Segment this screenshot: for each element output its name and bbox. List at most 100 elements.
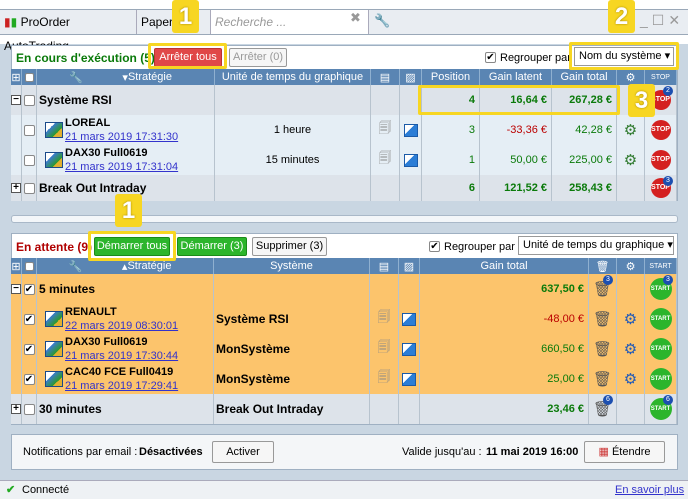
row-checkbox[interactable]: ✔ <box>23 343 35 355</box>
trash-icon[interactable]: 🗑 <box>593 310 612 328</box>
column-total[interactable]: Gain total <box>552 69 617 85</box>
strategy-date-link[interactable]: 21 mars 2019 17:29:41 <box>65 379 178 393</box>
select-all-checkbox[interactable] <box>22 258 37 274</box>
strategy-row[interactable]: ✔ DAX30 Full0619 21 mars 2019 17:30:44 Mo… <box>11 334 677 364</box>
chart-icon[interactable] <box>402 312 416 326</box>
chart-icon[interactable] <box>403 153 418 167</box>
trash-icon[interactable]: 🗑 <box>593 370 612 388</box>
collapse-icon[interactable]: − <box>11 284 21 294</box>
group-row[interactable]: + Break Out Intraday 6 121,52 € 258,43 €… <box>11 175 677 201</box>
strategy-row[interactable]: ✔ RENAULT 22 mars 2019 08:30:01 Système R… <box>11 304 677 334</box>
strategy-date-link[interactable]: 21 mars 2019 17:31:30 <box>65 130 178 144</box>
window-controls[interactable]: _☐✕ <box>640 12 684 29</box>
close-icon[interactable]: ✕ <box>668 12 684 28</box>
copy-icon[interactable]: 🗐 <box>378 308 391 330</box>
expand-icon[interactable]: + <box>11 183 21 193</box>
activate-button[interactable]: Activer <box>212 441 274 463</box>
strategy-date-link[interactable]: 22 mars 2019 08:30:01 <box>65 319 178 333</box>
trash-icon[interactable]: 🗑 <box>593 340 612 358</box>
pending-title: En attente (9) <box>16 240 93 254</box>
search-input[interactable]: Recherche ... <box>211 10 369 34</box>
minimize-icon[interactable]: _ <box>640 12 652 28</box>
expand-all-icon[interactable]: ⊞ <box>11 69 22 85</box>
row-checkbox[interactable] <box>23 182 35 194</box>
row-checkbox[interactable] <box>23 94 35 106</box>
group-by-label: Regrouper par <box>500 52 571 64</box>
settings-icon[interactable]: ⚙ <box>624 340 637 358</box>
start-icon[interactable]: START <box>649 338 672 360</box>
group-by-checkbox[interactable]: ✔ <box>485 52 496 63</box>
wrench-icon[interactable]: 🔧 <box>374 13 390 29</box>
strategy-row[interactable]: DAX30 Full0619 21 mars 2019 17:31:04 15 m… <box>11 145 677 175</box>
strategy-name: DAX30 Full0619 <box>65 147 148 159</box>
chart-icon[interactable] <box>403 123 418 137</box>
start-icon[interactable]: START <box>649 368 672 390</box>
settings-icon[interactable]: ⚙ <box>624 121 637 139</box>
column-latent[interactable]: Gain latent <box>480 69 552 85</box>
highlight-stop-all <box>148 43 227 69</box>
copy-icon[interactable]: 🗐 <box>378 368 391 390</box>
panel-splitter[interactable] <box>11 215 678 223</box>
chart-icon[interactable] <box>402 342 416 356</box>
group-by-checkbox[interactable]: ✔ <box>429 241 440 252</box>
row-checkbox[interactable] <box>23 154 35 166</box>
group-row[interactable]: − ✔ 5 minutes 637,50 € 🗑 3 START 3 <box>11 274 677 304</box>
copy-icon[interactable]: 🗐 <box>378 338 391 360</box>
group-name: 30 minutes <box>37 394 214 424</box>
running-header: ⊞ 🔧 ▾ Stratégie Unité de temps du graphi… <box>11 69 677 85</box>
expand-icon[interactable]: + <box>11 404 21 414</box>
settings-column-icon: ⚙ <box>617 69 645 85</box>
collapse-icon[interactable]: − <box>11 95 21 105</box>
column-system[interactable]: Système <box>214 258 370 274</box>
row-checkbox[interactable] <box>23 124 35 136</box>
group-by-select[interactable]: Unité de temps du graphique ▾ <box>518 236 674 255</box>
chart-column-icon: ▨ <box>400 69 422 85</box>
footer-panel: Notifications par email : Désactivées Ac… <box>11 434 678 470</box>
strategy-date-link[interactable]: 21 mars 2019 17:30:44 <box>65 349 178 363</box>
strategy-date-link[interactable]: 21 mars 2019 17:31:04 <box>65 160 178 174</box>
start-icon[interactable]: START <box>649 308 672 330</box>
copy-icon[interactable]: 🗐 <box>379 149 392 171</box>
group-name: Système RSI <box>37 85 215 115</box>
column-stop: STOP <box>645 69 677 85</box>
row-checkbox[interactable]: ✔ <box>23 283 35 295</box>
row-checkbox[interactable]: ✔ <box>23 313 35 325</box>
timeframe: 15 minutes <box>215 145 371 175</box>
select-all-checkbox[interactable] <box>22 69 37 85</box>
settings-icon[interactable]: ⚙ <box>624 151 637 169</box>
latent-gain: 50,00 € <box>480 145 552 175</box>
position: 6 <box>422 175 480 201</box>
settings-icon[interactable]: ⚙ <box>624 370 637 388</box>
chart-icon[interactable] <box>402 372 416 386</box>
delete-button[interactable]: Supprimer (3) <box>252 237 327 256</box>
stop-button[interactable]: Arrêter (0) <box>229 48 287 67</box>
group-by-value: Unité de temps du graphique <box>523 239 665 251</box>
extend-label: Étendre <box>611 446 651 458</box>
check-icon: ✔ <box>6 484 16 496</box>
column-timeframe[interactable]: Unité de temps du graphique <box>215 69 371 85</box>
copy-icon[interactable]: 🗐 <box>379 119 392 141</box>
expand-all-icon[interactable]: ⊞ <box>11 258 22 274</box>
learn-more-link[interactable]: En savoir plus <box>615 484 684 496</box>
stop-icon[interactable]: STOP <box>650 150 671 170</box>
strategy-row[interactable]: LOREAL 21 mars 2019 17:31:30 1 heure 🗐 3 … <box>11 115 677 145</box>
column-position[interactable]: Position <box>422 69 480 85</box>
position: 1 <box>422 145 480 175</box>
group-row[interactable]: + 30 minutes Break Out Intraday 23,46 € … <box>11 394 677 424</box>
stop-icon[interactable]: STOP <box>650 120 671 140</box>
valid-until-label: Valide jusqu'au : <box>402 446 482 458</box>
settings-icon[interactable]: ⚙ <box>624 310 637 328</box>
tab-proorder[interactable]: ▮▮ ProOrder AutoTrading <box>0 10 137 53</box>
column-total[interactable]: Gain total <box>420 258 589 274</box>
clear-search-icon[interactable]: ✖ <box>350 10 361 26</box>
maximize-icon[interactable]: ☐ <box>652 12 669 28</box>
column-start: START <box>645 258 677 274</box>
total-gain: -48,00 € <box>420 304 589 334</box>
row-checkbox[interactable]: ✔ <box>23 373 35 385</box>
row-checkbox[interactable] <box>23 403 35 415</box>
strategy-row[interactable]: ✔ CAC40 FCE Full0419 21 mars 2019 17:29:4… <box>11 364 677 394</box>
start-button[interactable]: Démarrer (3) <box>177 237 247 256</box>
count-badge: 6 <box>603 395 613 405</box>
extend-button[interactable]: ▦ Étendre <box>584 441 665 463</box>
column-strategy[interactable]: 🔧 ▾ Stratégie <box>37 69 215 85</box>
